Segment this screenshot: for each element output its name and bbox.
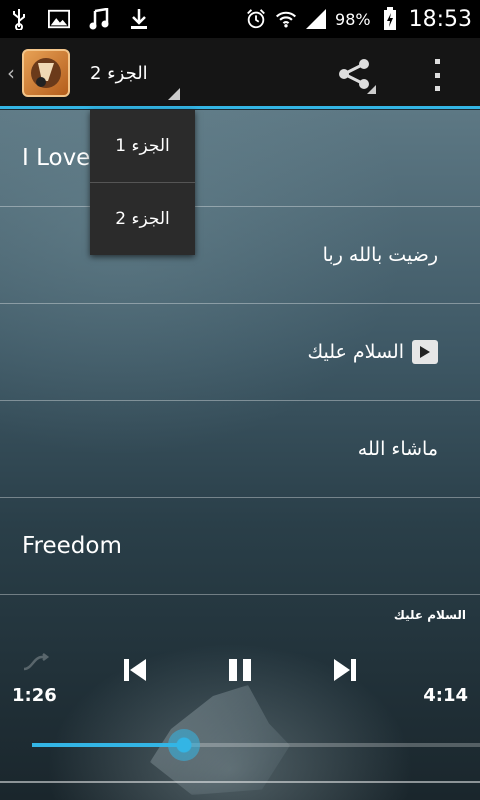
dropdown-item-part-2[interactable]: الجزء 2 bbox=[90, 183, 195, 255]
overflow-dot bbox=[434, 59, 440, 64]
list-item[interactable]: السلام عليك bbox=[0, 304, 480, 401]
overflow-menu-button[interactable] bbox=[425, 55, 449, 95]
overflow-dot bbox=[434, 86, 440, 91]
pause-button[interactable] bbox=[222, 652, 258, 688]
action-bar: ‹ الجزء 2 bbox=[0, 38, 480, 108]
list-item[interactable]: I Love bbox=[0, 110, 480, 207]
signal-icon bbox=[305, 8, 327, 30]
list-item[interactable]: ماشاء الله bbox=[0, 401, 480, 498]
song-title: ماشاء الله bbox=[357, 438, 438, 460]
up-chevron-icon[interactable]: ‹ bbox=[0, 61, 22, 85]
spinner-arrow-icon bbox=[168, 88, 180, 100]
dropdown-item-part-1[interactable]: الجزء 1 bbox=[90, 110, 195, 182]
elapsed-time: 1:26 bbox=[12, 685, 57, 706]
battery-icon bbox=[379, 7, 401, 30]
song-title: رضيت بالله ربا bbox=[322, 244, 438, 266]
status-bar: 98% 18:53 bbox=[0, 0, 480, 38]
spinner-label: الجزء 2 bbox=[90, 62, 148, 84]
part-spinner[interactable]: الجزء 2 bbox=[90, 38, 180, 108]
clock: 18:53 bbox=[408, 6, 472, 32]
app-logo-icon[interactable] bbox=[22, 49, 70, 97]
download-icon bbox=[128, 8, 150, 30]
total-duration: 4:14 bbox=[423, 685, 468, 706]
battery-percent: 98% bbox=[335, 9, 371, 29]
player-panel: السلام عليك 1:26 4:14 bbox=[0, 600, 480, 800]
pause-icon bbox=[229, 659, 251, 681]
song-title: I Love bbox=[22, 145, 91, 171]
part-dropdown: الجزء 1 الجزء 2 bbox=[90, 110, 195, 255]
music-icon bbox=[88, 8, 110, 30]
action-bar-divider bbox=[0, 106, 480, 109]
share-arrow-icon bbox=[367, 85, 376, 94]
previous-icon bbox=[124, 659, 146, 681]
share-button[interactable] bbox=[332, 52, 376, 96]
previous-button[interactable] bbox=[118, 652, 152, 688]
image-icon bbox=[48, 8, 70, 30]
now-playing-title: السلام عليك bbox=[393, 608, 466, 622]
next-button[interactable] bbox=[328, 652, 362, 688]
bottom-divider bbox=[0, 781, 480, 783]
list-item[interactable]: رضيت بالله ربا bbox=[0, 207, 480, 304]
now-playing-icon bbox=[412, 340, 438, 364]
usb-icon bbox=[8, 8, 30, 30]
seek-progress bbox=[32, 743, 185, 747]
song-list: I Love رضيت بالله ربا السلام عليك ماشاء … bbox=[0, 110, 480, 595]
list-item[interactable]: Freedom bbox=[0, 498, 480, 595]
alarm-icon bbox=[245, 8, 267, 30]
song-title: Freedom bbox=[22, 533, 122, 559]
wifi-icon bbox=[275, 8, 297, 30]
song-title: السلام عليك bbox=[307, 341, 404, 363]
seek-thumb[interactable] bbox=[168, 729, 201, 761]
shuffle-icon bbox=[23, 653, 50, 671]
next-icon bbox=[334, 659, 356, 681]
shuffle-button[interactable] bbox=[18, 648, 54, 678]
overflow-dot bbox=[434, 72, 440, 78]
share-icon bbox=[339, 59, 369, 89]
